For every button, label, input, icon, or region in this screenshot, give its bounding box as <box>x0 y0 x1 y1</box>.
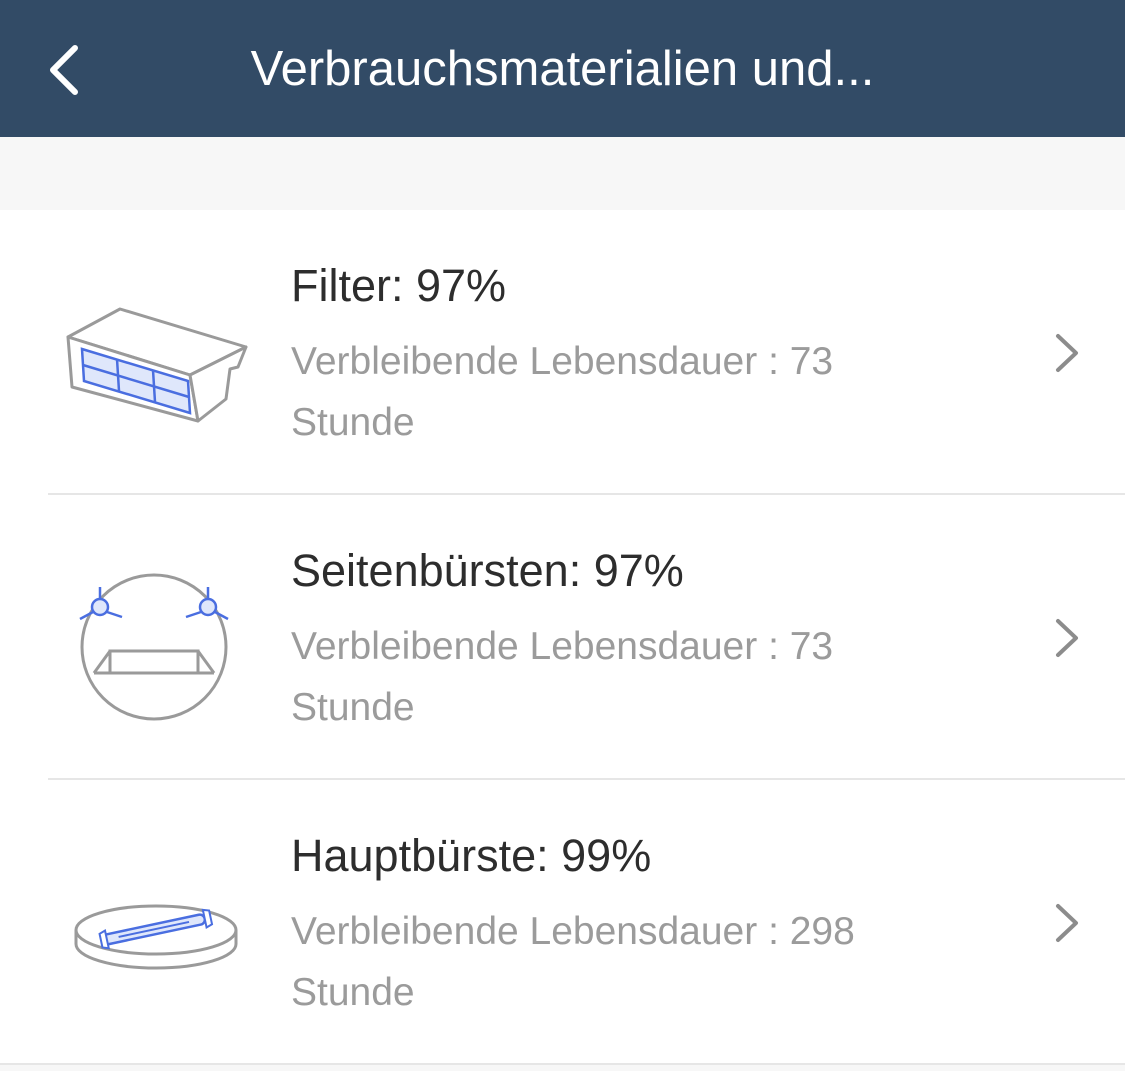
chevron-right-icon <box>1056 904 1078 942</box>
navigation-bar: Verbrauchsmaterialien und... <box>0 0 1125 137</box>
main-brush-title: Hauptbürste: 99% <box>291 830 652 881</box>
list-item-filter[interactable]: Filter: 97% Verbleibende Lebensdauer : 7… <box>0 210 1125 495</box>
side-brushes-title: Seitenbürsten: 97% <box>291 545 684 596</box>
filter-title: Filter: 97% <box>291 260 507 311</box>
divider <box>0 1063 1125 1065</box>
filter-icon <box>66 307 248 423</box>
list-item-side-brushes[interactable]: Seitenbürsten: 97% Verbleibende Lebensda… <box>0 495 1125 780</box>
consumables-list: Filter: 97% Verbleibende Lebensdauer : 7… <box>0 210 1125 1065</box>
chevron-right-icon <box>1056 334 1078 372</box>
side-brush-icon <box>79 573 229 721</box>
chevron-left-icon <box>50 45 78 95</box>
main-brush-remaining-life: Verbleibende Lebensdauer : 298 Stunde <box>291 910 855 1014</box>
page-title: Verbrauchsmaterialien und... <box>250 41 875 96</box>
side-brushes-remaining-life: Verbleibende Lebensdauer : 73 Stunde <box>291 625 834 729</box>
main-brush-icon <box>74 904 238 970</box>
list-item-main-brush[interactable]: Hauptbürste: 99% Verbleibende Lebensdaue… <box>0 780 1125 1065</box>
back-button[interactable] <box>30 35 100 105</box>
chevron-right-icon <box>1056 619 1078 657</box>
filter-remaining-life: Verbleibende Lebensdauer : 73 Stunde <box>291 340 834 444</box>
